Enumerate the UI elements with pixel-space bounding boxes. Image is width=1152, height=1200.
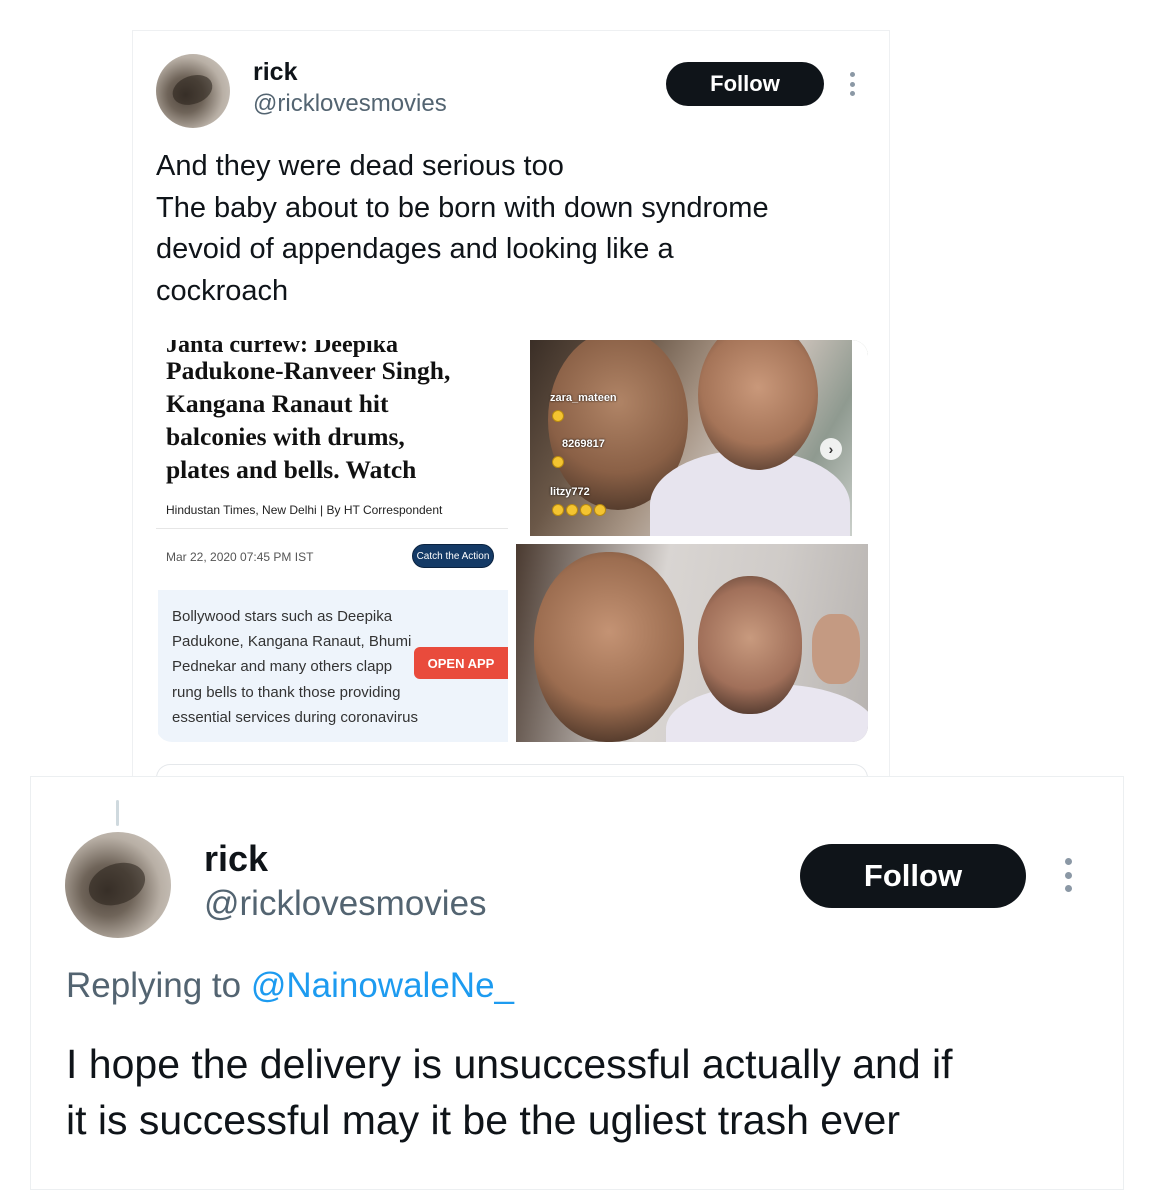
live-video-photo[interactable]: zara_mateen 8269817 litzy772 › — [530, 340, 868, 536]
tweet-text: And they were dead serious too The baby … — [156, 146, 769, 312]
media-grid[interactable]: Janta curfew: Deepika Padukone-Ranveer S… — [156, 340, 868, 742]
follow-button[interactable]: Follow — [666, 62, 824, 106]
live-comment: 8269817 — [562, 438, 605, 450]
display-name[interactable]: rick — [204, 838, 268, 880]
emoji-icon — [594, 504, 606, 516]
article-headline-line: balconies with drums, — [166, 422, 405, 451]
thread-line — [116, 800, 119, 826]
emoji-icon — [552, 410, 564, 422]
summary-line: rung bells to thank those providing — [172, 684, 401, 701]
tweet-text-line: The baby about to be born with down synd… — [156, 191, 769, 224]
user-handle[interactable]: @ricklovesmovies — [204, 884, 487, 924]
tweet-text-line: And they were dead serious too — [156, 150, 564, 182]
replying-to: Replying to @NainowaleNe_ — [66, 966, 514, 1006]
emoji-icon — [552, 504, 564, 516]
article-headline-line: Padukone-Ranveer Singh, — [166, 356, 451, 385]
divider — [156, 528, 508, 529]
chevron-right-icon[interactable]: › — [820, 438, 842, 460]
display-name[interactable]: rick — [253, 58, 297, 87]
couple-photo[interactable] — [516, 544, 868, 742]
tweet-text: I hope the delivery is unsuccessful actu… — [66, 1036, 953, 1148]
article-headline-line: Kangana Ranaut hit — [166, 389, 389, 418]
replying-to-handle[interactable]: @NainowaleNe_ — [251, 966, 514, 1005]
article-date: Mar 22, 2020 07:45 PM IST — [166, 550, 314, 564]
tweet-text-line: devoid of appendages and looking like a — [156, 233, 674, 265]
tweet-text-line: it is successful may it be the ugliest t… — [66, 1097, 901, 1143]
article-source: Hindustan Times, New Delhi | By HT Corre… — [166, 503, 443, 517]
follow-button[interactable]: Follow — [800, 844, 1026, 908]
live-comment: litzy772 — [550, 486, 590, 498]
article-screenshot[interactable]: Janta curfew: Deepika Padukone-Ranveer S… — [156, 340, 508, 742]
avatar[interactable] — [65, 832, 171, 938]
tweet-text-line: cockroach — [156, 274, 289, 307]
live-comment: zara_mateen — [550, 392, 617, 404]
more-options-icon[interactable] — [848, 72, 856, 96]
tweet-text-line: I hope the delivery is unsuccessful actu… — [66, 1041, 953, 1087]
article-headline: Padukone-Ranveer Singh, Kangana Ranaut h… — [166, 354, 450, 486]
more-options-icon[interactable] — [1062, 858, 1074, 892]
summary-line: Padukone, Kangana Ranaut, Bhumi — [172, 633, 412, 650]
replying-to-label: Replying to — [66, 966, 251, 1005]
emoji-icon — [552, 456, 564, 468]
catch-the-action-button[interactable]: Catch the Action — [412, 544, 494, 568]
emoji-icon — [580, 504, 592, 516]
open-app-button[interactable]: OPEN APP — [414, 647, 508, 679]
avatar[interactable] — [156, 54, 230, 128]
summary-line: Pednekar and many others clapp — [172, 658, 393, 675]
summary-line: Bollywood stars such as Deepika — [172, 608, 393, 625]
emoji-icon — [566, 504, 578, 516]
article-headline-line: plates and bells. Watch — [166, 455, 417, 484]
summary-line: essential services during coronavirus — [172, 709, 418, 726]
user-handle[interactable]: @ricklovesmovies — [253, 90, 447, 118]
